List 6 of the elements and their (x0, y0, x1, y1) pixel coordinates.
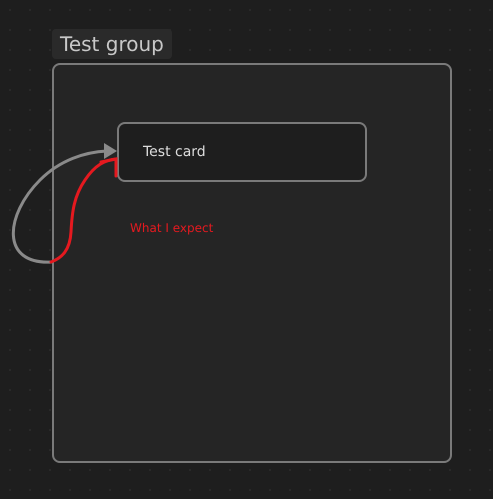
group-label[interactable]: Test group (52, 29, 172, 59)
group-frame[interactable] (52, 63, 452, 463)
text-card[interactable]: Test card (117, 122, 367, 182)
card-text: Test card (143, 144, 206, 160)
annotation-text: What I expect (130, 221, 214, 235)
edge-arrow[interactable] (12, 143, 117, 264)
